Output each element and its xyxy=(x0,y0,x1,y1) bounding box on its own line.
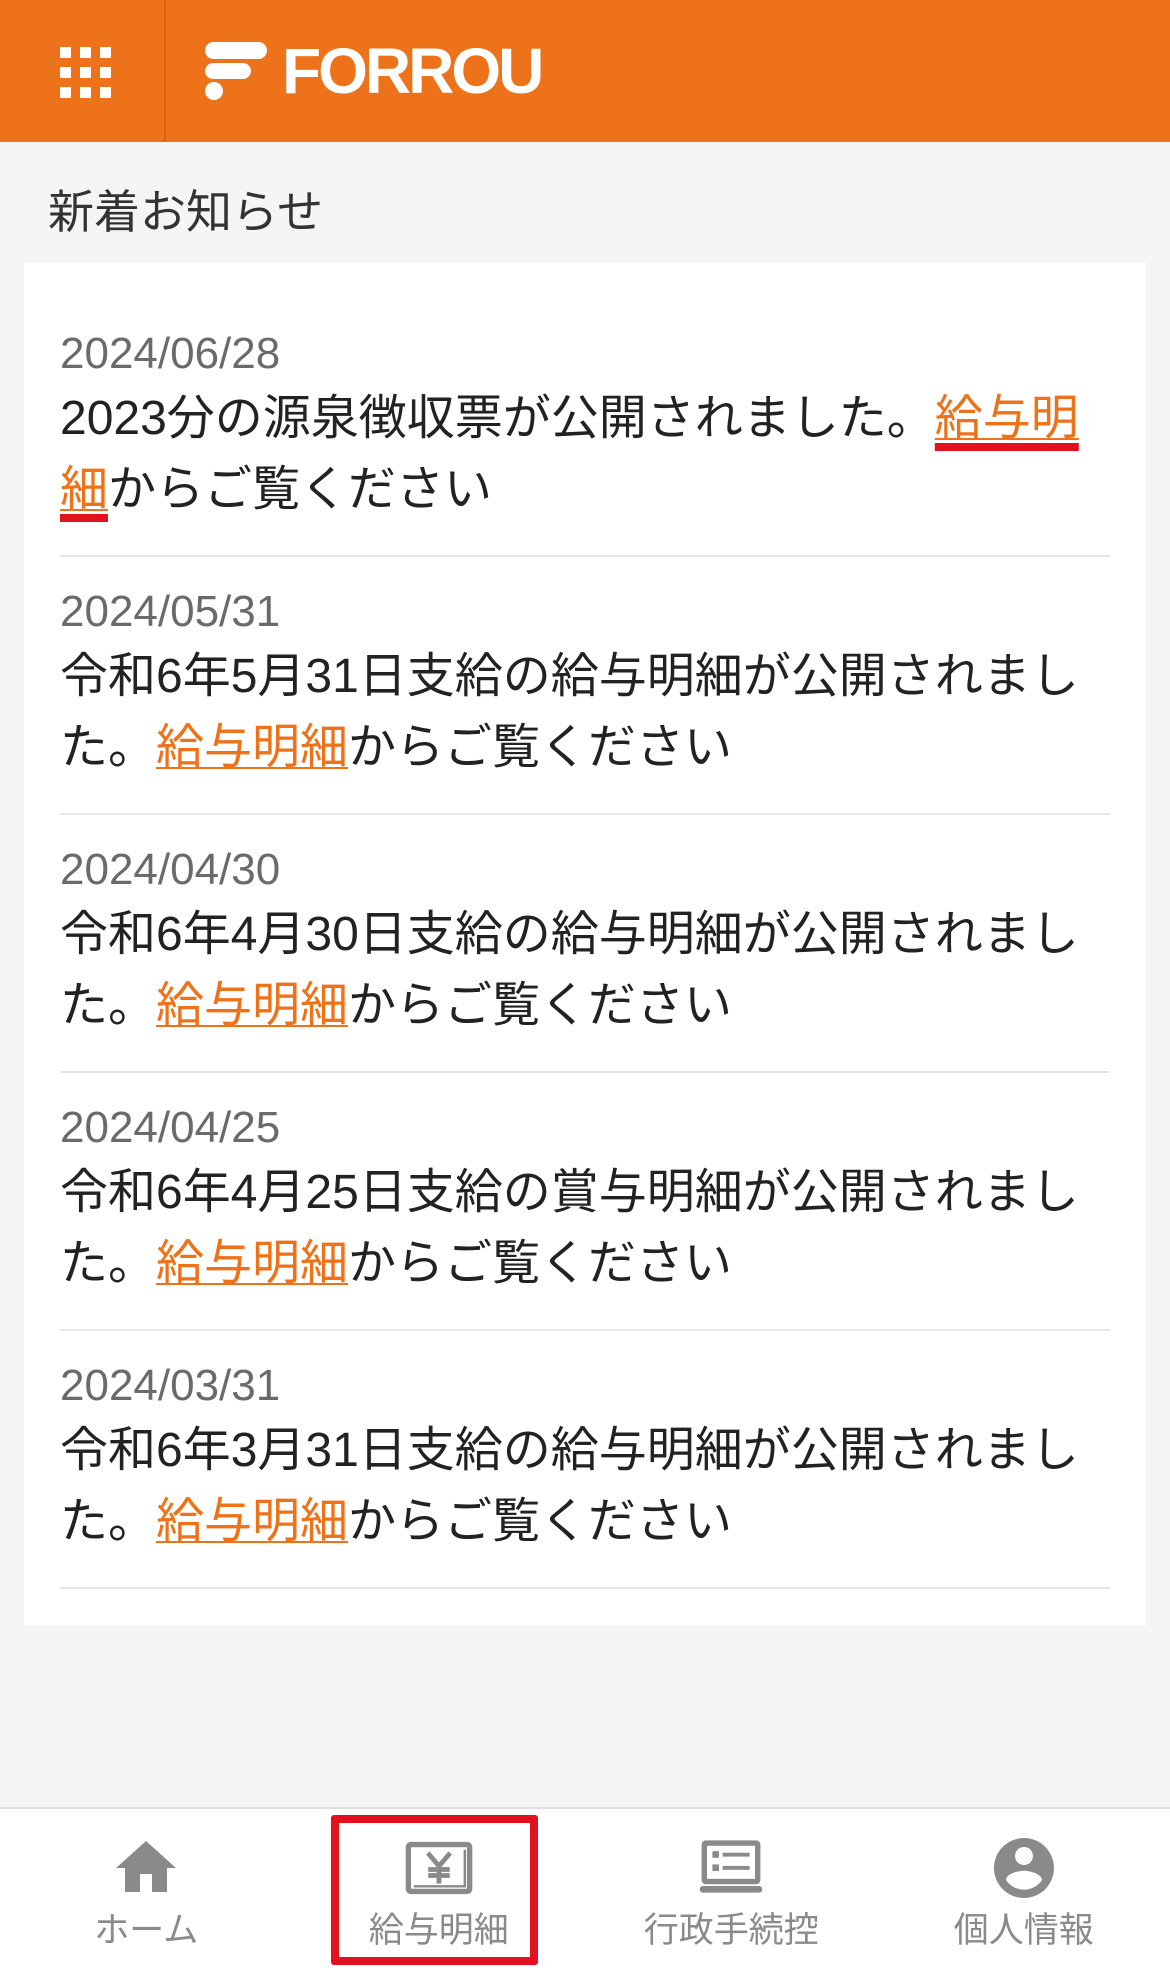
forrou-f-logo-icon xyxy=(205,42,267,100)
tab-payslip[interactable]: 給与明細 xyxy=(293,1809,586,1974)
notice-message: 令和6年4月30日支給の給与明細が公開されました。給与明細からご覧ください xyxy=(60,899,1110,1041)
document-list-icon xyxy=(700,1840,763,1893)
notice-card: 2024/06/28 2023分の源泉徴収票が公開されました。給与明細からご覧く… xyxy=(24,263,1146,1625)
yen-payslip-icon xyxy=(405,1841,473,1895)
notice-list: 2024/06/28 2023分の源泉徴収票が公開されました。給与明細からご覧く… xyxy=(60,299,1110,1589)
payslip-link[interactable]: 給与明細 xyxy=(156,1495,348,1548)
app-header: FORROU xyxy=(0,0,1170,142)
notice-message: 2023分の源泉徴収票が公開されました。給与明細からご覧ください xyxy=(60,383,1110,525)
grid-menu-button[interactable] xyxy=(45,32,126,113)
notice-text-suffix: からご覧ください xyxy=(348,1237,733,1290)
payslip-link[interactable]: 給与明細 xyxy=(156,721,348,774)
notice-date: 2024/04/30 xyxy=(60,845,281,894)
section-title-news: 新着お知らせ xyxy=(48,186,324,238)
app-screen: FORROU 新着お知らせ 2024/06/28 2023分の源泉徴収票が公開さ… xyxy=(0,0,1170,1974)
grid-menu-icon xyxy=(60,47,71,58)
notice-item: 2024/05/31 令和6年5月31日支給の給与明細が公開されました。給与明細… xyxy=(60,557,1110,815)
payslip-link[interactable]: 給与明細 xyxy=(156,1237,348,1290)
header-divider xyxy=(164,0,166,142)
tab-home[interactable]: ホーム xyxy=(0,1809,293,1974)
bottom-nav: ホーム 給与明細 行政手続控 個人情報 xyxy=(0,1807,1170,1974)
tab-personal-info[interactable]: 個人情報 xyxy=(878,1809,1170,1974)
notice-item: 2024/04/25 令和6年4月25日支給の賞与明細が公開されました。給与明細… xyxy=(60,1073,1110,1331)
notice-date: 2024/04/25 xyxy=(60,1103,281,1152)
notice-text: 2023分の源泉徴収票が公開されました。 xyxy=(60,392,935,445)
notice-text-suffix: からご覧ください xyxy=(348,1495,733,1548)
notice-text-suffix: からご覧ください xyxy=(348,979,733,1032)
notice-item: 2024/06/28 2023分の源泉徴収票が公開されました。給与明細からご覧く… xyxy=(60,299,1110,557)
tab-label: 給与明細 xyxy=(368,1911,509,1950)
notice-item: 2024/04/30 令和6年4月30日支給の給与明細が公開されました。給与明細… xyxy=(60,815,1110,1073)
notice-date: 2024/03/31 xyxy=(60,1361,281,1410)
notice-message: 令和6年5月31日支給の給与明細が公開されました。給与明細からご覧ください xyxy=(60,641,1110,783)
notice-message: 令和6年3月31日支給の給与明細が公開されました。給与明細からご覧ください xyxy=(60,1415,1110,1557)
forrou-logo[interactable]: FORROU xyxy=(205,0,544,142)
user-circle-icon xyxy=(993,1838,1054,1898)
payslip-link[interactable]: 給与明細 xyxy=(156,979,348,1032)
home-icon xyxy=(116,1841,177,1892)
logo-text: FORROU xyxy=(282,35,544,107)
notice-text-suffix: からご覧ください xyxy=(348,721,733,774)
tab-administrative-records[interactable]: 行政手続控 xyxy=(585,1809,878,1974)
tab-label: 行政手続控 xyxy=(643,1911,819,1950)
notice-date: 2024/05/31 xyxy=(60,587,281,636)
tab-label: 個人情報 xyxy=(953,1911,1094,1950)
notice-item: 2024/03/31 令和6年3月31日支給の給与明細が公開されました。給与明細… xyxy=(60,1331,1110,1589)
notice-date: 2024/06/28 xyxy=(60,329,281,378)
tab-label: ホーム xyxy=(94,1911,199,1950)
notice-message: 令和6年4月25日支給の賞与明細が公開されました。給与明細からご覧ください xyxy=(60,1157,1110,1299)
notice-text-suffix: からご覧ください xyxy=(108,463,493,516)
